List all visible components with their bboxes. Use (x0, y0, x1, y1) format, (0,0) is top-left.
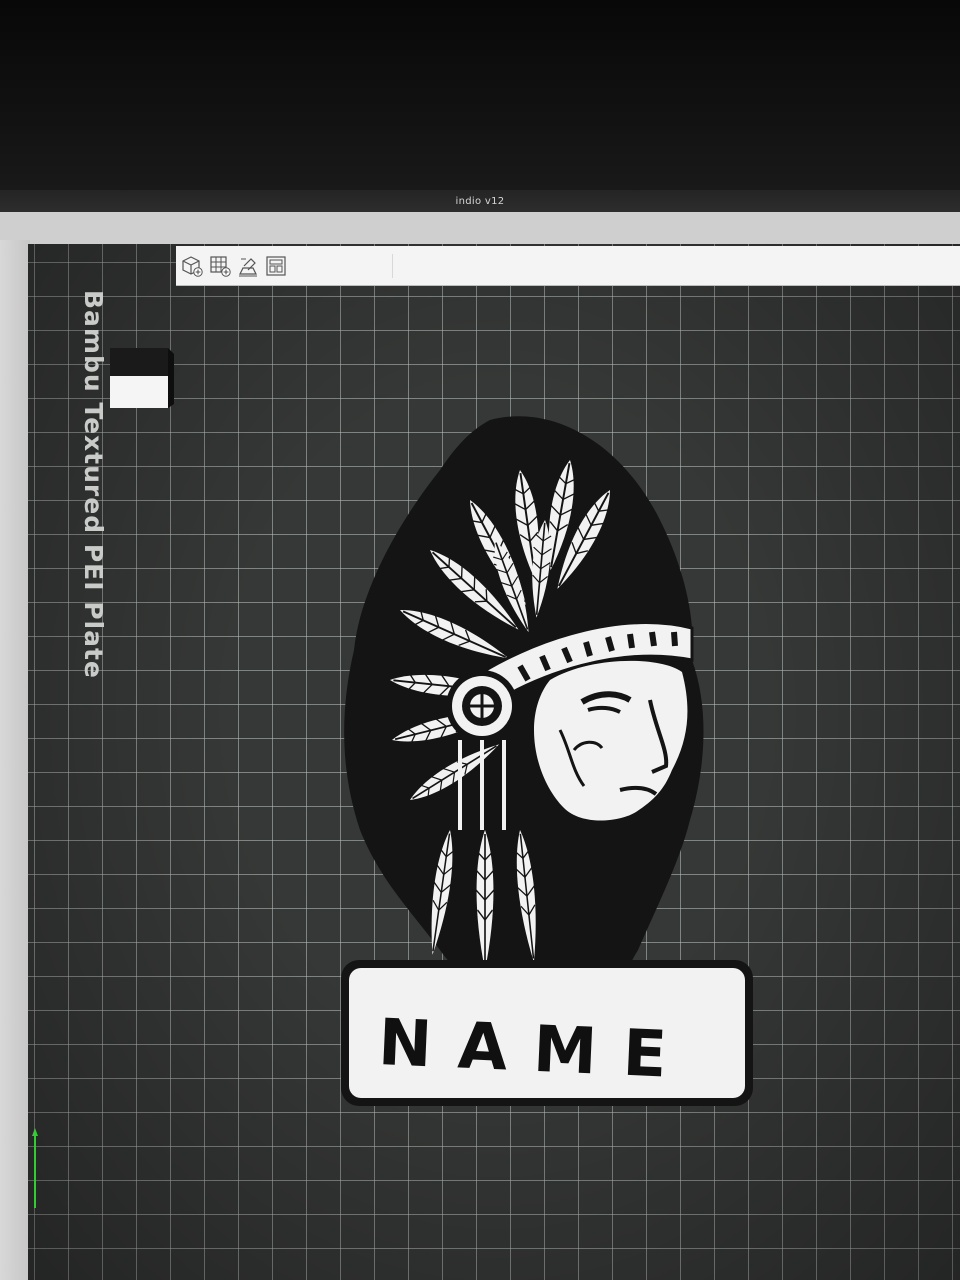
z-axis-indicator (32, 1128, 38, 1208)
left-sidebar-panel (0, 240, 30, 1280)
arrange-button[interactable] (264, 252, 288, 280)
toolbar-separator (392, 253, 393, 278)
rosette (446, 670, 518, 742)
photo-scene: indio v12 Bambu Textured PEI Plate NAME (0, 0, 960, 1280)
cube-add-icon (182, 255, 203, 277)
plate-type-label: Bambu Textured PEI Plate (79, 290, 108, 679)
filament-color-swatch[interactable] (108, 346, 174, 410)
add-plate-button[interactable] (208, 252, 232, 280)
arrange-icon (266, 255, 286, 276)
auto-orient-button[interactable] (236, 252, 260, 280)
auto-orient-icon (239, 257, 257, 276)
canvas-toolbar (176, 246, 960, 286)
room-background (0, 0, 960, 200)
grid-add-icon (210, 255, 231, 277)
name-plate-text: NAME (376, 1006, 695, 1094)
window-title: indio v12 (455, 196, 505, 207)
add-object-button[interactable] (180, 252, 204, 280)
